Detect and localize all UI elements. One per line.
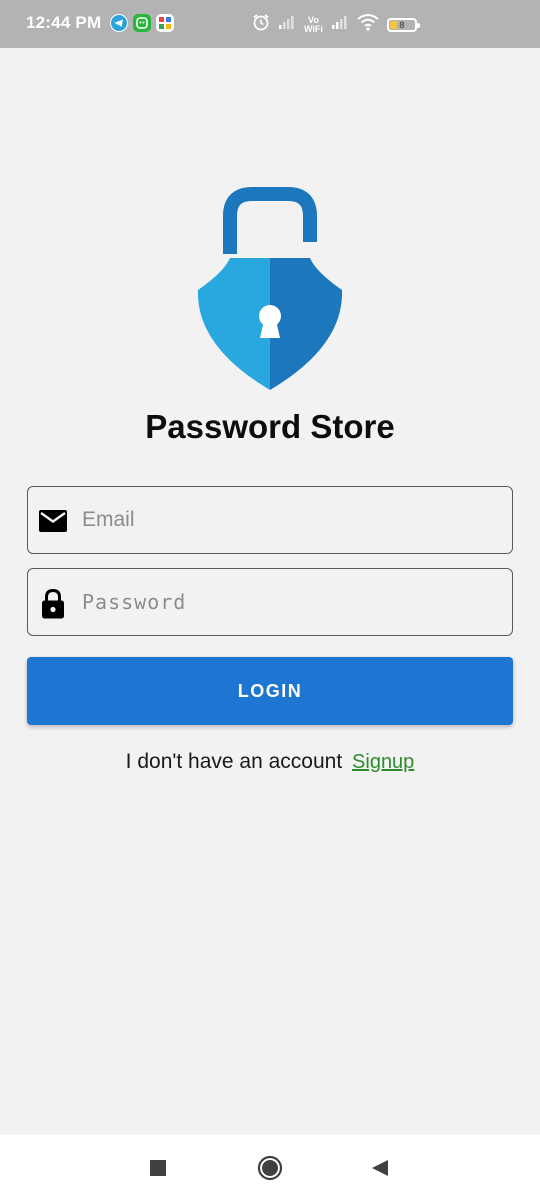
telegram-icon (110, 14, 128, 32)
recents-button[interactable] (145, 1155, 171, 1181)
notification-icons (110, 14, 174, 32)
signup-prompt: I don't have an account (125, 750, 343, 773)
lock-icon (38, 588, 68, 619)
mail-icon (38, 506, 68, 536)
alarm-icon (252, 13, 270, 36)
system-icons: Vo WiFi 8 (252, 13, 420, 36)
status-bar: 12:44 PM Vo WiFi 8 (0, 0, 540, 48)
login-button[interactable]: LOGIN (27, 657, 513, 725)
app-notification-icon (133, 14, 151, 32)
wifi-calling-label: WiFi (304, 23, 323, 34)
volte-wifi-icon: Vo WiFi (304, 15, 323, 34)
email-input[interactable] (82, 487, 502, 553)
app-title: Password Store (145, 408, 395, 445)
password-input[interactable] (82, 569, 502, 635)
home-icon (257, 1155, 283, 1181)
battery-level: 8 (399, 19, 405, 30)
signup-row: I don't have an account Signup (0, 750, 540, 774)
home-button[interactable] (257, 1155, 283, 1181)
password-field[interactable] (27, 568, 513, 636)
back-icon (372, 1160, 388, 1176)
back-button[interactable] (367, 1155, 393, 1181)
battery-icon: 8 (386, 17, 420, 32)
navigation-bar (0, 1135, 540, 1200)
signal-icon (278, 14, 296, 35)
wifi-icon (357, 13, 379, 36)
email-field[interactable] (27, 486, 513, 554)
signup-link[interactable]: Signup (352, 751, 414, 773)
battery-tip (416, 22, 420, 28)
signal-icon (331, 14, 349, 35)
shield-padlock-icon (196, 186, 344, 392)
grid-app-icon (156, 14, 174, 32)
battery-fill (389, 20, 397, 29)
status-time: 12:44 PM (26, 13, 102, 32)
recents-icon (150, 1160, 166, 1176)
